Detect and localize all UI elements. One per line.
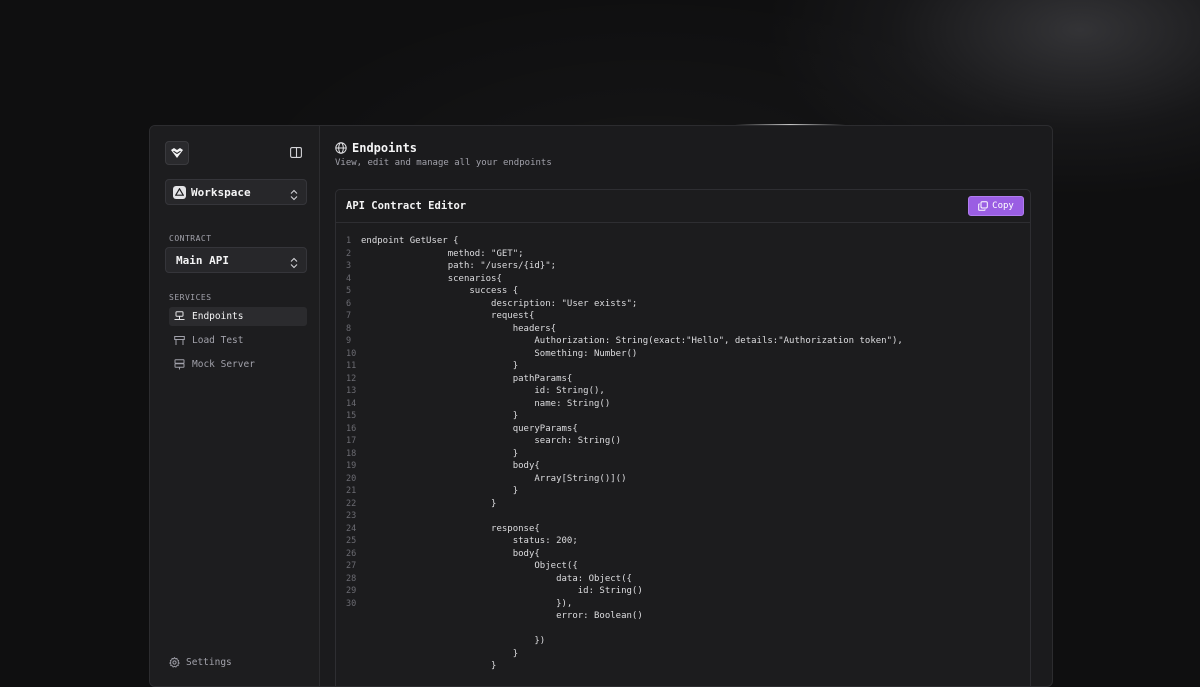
code-text: }	[361, 486, 519, 496]
page-title: Endpoints	[335, 141, 417, 155]
line-number: 29	[346, 586, 357, 596]
code-text: })	[361, 636, 546, 646]
sidebar-item-endpoints[interactable]: Endpoints	[169, 307, 307, 326]
line-number: 17	[346, 436, 357, 446]
contract-section-label: CONTRACT	[169, 234, 212, 243]
workspace-icon	[173, 185, 186, 199]
page-subtitle: View, edit and manage all your endpoints	[335, 158, 552, 168]
sidebar-item-label: Load Test	[192, 335, 244, 346]
code-text: body{	[361, 461, 540, 471]
code-text: }	[361, 411, 519, 421]
page-title-text: Endpoints	[352, 141, 418, 155]
line-number: 5	[346, 286, 352, 296]
code-text: method: "GET";	[361, 248, 524, 259]
server-icon	[173, 359, 185, 371]
line-number: 6	[346, 298, 352, 309]
workspace-label: Workspace	[191, 185, 251, 199]
chevron-updown-icon	[290, 186, 298, 205]
code-text: }	[361, 448, 519, 459]
line-number: 27	[346, 561, 357, 571]
line-number: 10	[346, 348, 357, 359]
code-text: pathParams{	[361, 373, 573, 384]
code-text: id: String(),	[361, 386, 605, 396]
globe-icon	[335, 142, 347, 154]
main-content: Endpoints View, edit and manage all your…	[320, 126, 1052, 686]
line-number: 30	[346, 598, 357, 609]
load-test-icon	[173, 335, 185, 347]
line-number: 8	[346, 323, 352, 334]
code-text: Authorization: String(exact:"Hello", det…	[361, 336, 903, 346]
sidebar-item-load-test[interactable]: Load Test	[169, 331, 307, 350]
app-logo-icon[interactable]	[165, 141, 189, 165]
code-text: }	[361, 498, 497, 509]
code-text: scenarios{	[361, 273, 502, 284]
code-text: }	[361, 648, 519, 659]
code-text: data: Object({	[361, 573, 632, 584]
line-number: 20	[346, 473, 357, 484]
copy-button[interactable]: Copy	[968, 196, 1024, 216]
code-text: path: "/users/{id}";	[361, 261, 557, 271]
line-number: 3	[346, 261, 352, 271]
line-number: 14	[346, 398, 357, 409]
code-text: response{	[361, 523, 540, 534]
settings-link[interactable]: Settings	[169, 657, 232, 668]
code-text: search: String()	[361, 436, 622, 446]
code-text: status: 200;	[361, 536, 578, 546]
line-number: 7	[346, 311, 352, 321]
sidebar-item-mock-server[interactable]: Mock Server	[169, 355, 307, 374]
editor-title: API Contract Editor	[346, 200, 467, 212]
code-text: }	[361, 361, 519, 371]
line-number: 15	[346, 411, 357, 421]
line-number: 13	[346, 386, 357, 396]
code-text: error: Boolean()	[361, 611, 643, 621]
code-text: success {	[361, 286, 519, 296]
line-number: 28	[346, 573, 357, 584]
code-text: name: String()	[361, 398, 611, 409]
sidebar-item-label: Mock Server	[192, 359, 255, 370]
line-number: 19	[346, 461, 357, 471]
code-text: Something: Number()	[361, 348, 638, 359]
line-number: 1	[346, 236, 352, 246]
sidebar-item-label: Endpoints	[192, 311, 244, 322]
code-text: }	[361, 661, 497, 671]
line-number: 26	[346, 548, 357, 559]
services-section-label: SERVICES	[169, 293, 212, 302]
code-text: id: String()	[361, 586, 643, 596]
line-number: 11	[346, 361, 357, 371]
code-text: request{	[361, 311, 535, 321]
line-number: 2	[346, 248, 352, 259]
gear-icon	[169, 657, 180, 668]
code-text: endpoint GetUser {	[361, 236, 459, 246]
copy-label: Copy	[992, 201, 1014, 211]
line-number: 24	[346, 523, 357, 534]
network-icon	[173, 311, 185, 323]
workspace-select[interactable]: Workspace	[165, 179, 307, 205]
sidebar-toggle-icon[interactable]	[289, 145, 303, 159]
line-number: 9	[346, 336, 352, 346]
line-number: 16	[346, 423, 357, 434]
code-text: queryParams{	[361, 423, 578, 434]
line-number: 21	[346, 486, 357, 496]
line-number: 4	[346, 273, 352, 284]
line-number: 25	[346, 536, 357, 546]
line-number: 18	[346, 448, 357, 459]
line-number: 12	[346, 373, 357, 384]
settings-label: Settings	[186, 657, 232, 668]
code-text: headers{	[361, 323, 557, 334]
contract-value: Main API	[176, 253, 229, 267]
chevron-updown-icon	[290, 254, 298, 273]
line-number: 22	[346, 498, 357, 509]
code-text: }),	[361, 598, 573, 609]
contract-select[interactable]: Main API	[165, 247, 307, 273]
editor-header: API Contract Editor Copy	[336, 190, 1030, 223]
code-text: Array[String()]()	[361, 473, 627, 484]
sidebar: Workspace CONTRACT Main API SERVICES End…	[150, 126, 320, 686]
app-window: Workspace CONTRACT Main API SERVICES End…	[149, 125, 1053, 687]
copy-icon	[978, 201, 988, 211]
code-text: description: "User exists";	[361, 298, 638, 309]
line-number: 23	[346, 511, 357, 521]
contract-editor: API Contract Editor Copy 1 endpoint GetUs…	[335, 189, 1031, 686]
code-text: Object({	[361, 561, 578, 571]
code-text: body{	[361, 548, 540, 559]
